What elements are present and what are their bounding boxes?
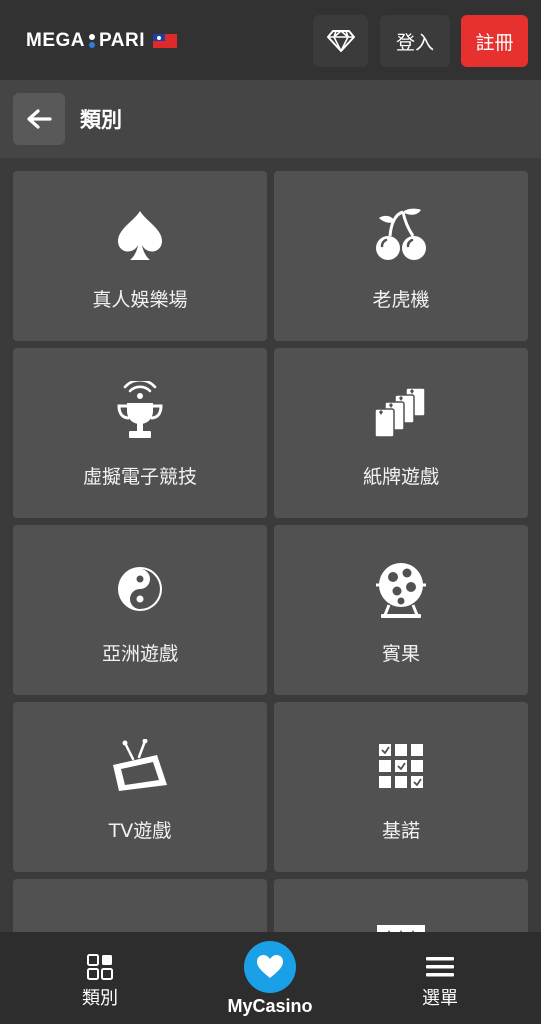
tile-label: 真人娛樂場 bbox=[92, 289, 188, 311]
nav-menu[interactable]: 選單 bbox=[400, 932, 480, 1024]
back-button[interactable] bbox=[13, 93, 65, 145]
diamond-icon bbox=[326, 30, 355, 52]
yin-yang-icon bbox=[118, 567, 162, 611]
category-tile-lottery[interactable] bbox=[274, 879, 528, 932]
spade-icon bbox=[118, 211, 162, 260]
megapari-logo[interactable]: MEGA PARI bbox=[26, 30, 177, 52]
page-title: 類別 bbox=[80, 108, 122, 132]
trophy-icon bbox=[117, 381, 163, 438]
tile-label: 賓果 bbox=[381, 643, 420, 665]
category-tile-virtual-esports[interactable]: 虛擬電子競技 bbox=[13, 348, 267, 518]
keno-grid-icon bbox=[379, 744, 423, 788]
tv-icon bbox=[113, 739, 167, 791]
category-tile-slots[interactable]: 老虎機 bbox=[274, 171, 528, 341]
nav-categories-label: 類別 bbox=[82, 988, 118, 1009]
tile-label: 基諾 bbox=[381, 820, 420, 842]
category-tile-asian-games[interactable]: 亞洲遊戲 bbox=[13, 525, 267, 695]
bingo-drum-icon bbox=[376, 563, 426, 618]
cherries-icon bbox=[376, 208, 426, 260]
arrow-left-icon bbox=[27, 109, 52, 129]
tile-label: 老虎機 bbox=[372, 289, 430, 311]
tile-label: TV遊戲 bbox=[108, 820, 172, 842]
top-header: MEGA PARI 登入 註冊 bbox=[0, 0, 541, 80]
heart-icon bbox=[257, 955, 283, 978]
category-tile-card-games[interactable]: 紙牌遊戲 bbox=[274, 348, 528, 518]
tile-label: 虛擬電子競技 bbox=[82, 466, 197, 488]
cards-icon bbox=[374, 387, 426, 438]
category-tile-bingo[interactable]: 賓果 bbox=[274, 525, 528, 695]
tile-label: 紙牌遊戲 bbox=[362, 466, 439, 488]
category-titlebar: 類別 bbox=[0, 80, 541, 158]
category-tile-tv-games[interactable]: TV遊戲 bbox=[13, 702, 267, 872]
category-tile-fishing[interactable] bbox=[13, 879, 267, 932]
nav-menu-label: 選單 bbox=[422, 988, 458, 1009]
mycasino-circle bbox=[244, 941, 296, 993]
category-grid: 真人娛樂場 老虎機 虛擬電子競技 紙牌遊戲 亞洲遊戲 賓果 TV遊戲 基諾 bbox=[0, 158, 541, 932]
vip-diamond-button[interactable] bbox=[313, 15, 368, 67]
hamburger-menu-icon bbox=[426, 957, 454, 977]
tile-label: 亞洲遊戲 bbox=[101, 643, 178, 665]
category-tile-live-casino[interactable]: 真人娛樂場 bbox=[13, 171, 267, 341]
register-button[interactable]: 註冊 bbox=[461, 15, 528, 67]
category-tile-keno[interactable]: 基諾 bbox=[274, 702, 528, 872]
nav-mycasino-label: MyCasino bbox=[227, 996, 313, 1016]
grid-icon bbox=[87, 954, 113, 980]
logo-dot-icon bbox=[88, 33, 96, 49]
fish-icon bbox=[112, 923, 168, 932]
nav-categories[interactable]: 類別 bbox=[60, 932, 140, 1024]
login-button[interactable]: 登入 bbox=[380, 15, 450, 67]
bottom-nav: 類別 MyCasino 選單 bbox=[0, 932, 541, 1024]
logo-text-right: PARI bbox=[99, 30, 145, 51]
logo-text-left: MEGA bbox=[26, 30, 85, 51]
taiwan-flag-icon bbox=[152, 34, 177, 48]
nav-mycasino[interactable]: MyCasino bbox=[210, 932, 330, 1024]
ticket-icon bbox=[377, 925, 425, 932]
